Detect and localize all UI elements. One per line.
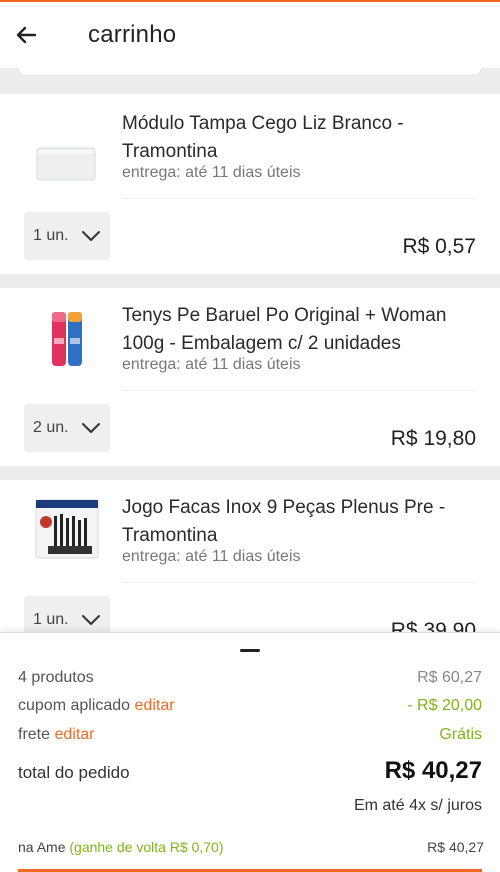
divider: [122, 582, 476, 583]
total-label: total do pedido: [18, 763, 130, 782]
total-value: R$ 40,27: [384, 757, 482, 784]
shipping-edit-link[interactable]: editar: [54, 726, 94, 743]
products-row: 4 produtos R$ 60,27: [18, 669, 482, 687]
back-button[interactable]: [0, 2, 52, 68]
ame-payment-row[interactable]: na Ame (ganhe de volta R$ 0,70) R$ 40,27: [18, 839, 484, 855]
products-label: 4 produtos: [18, 669, 94, 686]
quantity-select[interactable]: 1 un.: [24, 596, 110, 632]
previous-card-edge: [18, 68, 482, 76]
item-price: R$ 0,57: [402, 235, 476, 258]
delivery-estimate: entrega: até 11 dias úteis: [122, 164, 301, 181]
order-summary-sheet: 4 produtos R$ 60,27 cupom aplicado edita…: [0, 632, 500, 872]
quantity-value: 1 un.: [33, 611, 69, 628]
quantity-select[interactable]: 2 un.: [24, 404, 110, 452]
quantity-value: 2 un.: [33, 419, 69, 436]
shipping-row: frete editar Grátis: [18, 726, 482, 744]
chevron-down-icon: [81, 423, 100, 433]
delivery-estimate: entrega: até 11 dias úteis: [122, 548, 301, 565]
coupon-value: - R$ 20,00: [407, 697, 482, 714]
cart-item: Módulo Tampa Cego Liz Branco - Tramontin…: [0, 94, 500, 274]
cart-item: Jogo Facas Inox 9 Peças Plenus Pre - Tra…: [0, 480, 500, 632]
item-price: R$ 19,80: [390, 427, 476, 450]
ame-label: na Ame: [18, 839, 66, 855]
products-value: R$ 60,27: [417, 669, 482, 686]
product-name[interactable]: Jogo Facas Inox 9 Peças Plenus Pre - Tra…: [122, 494, 472, 550]
quantity-value: 1 un.: [33, 227, 69, 244]
total-row: total do pedido R$ 40,27: [18, 757, 482, 785]
coupon-label: cupom aplicado: [18, 697, 131, 714]
product-name[interactable]: Módulo Tampa Cego Liz Branco - Tramontin…: [122, 110, 472, 166]
coupon-edit-link[interactable]: editar: [135, 697, 175, 714]
cart-list[interactable]: Módulo Tampa Cego Liz Branco - Tramontin…: [0, 68, 500, 632]
ame-value: R$ 40,27: [427, 839, 484, 855]
coupon-row: cupom aplicado editar - R$ 20,00: [18, 697, 482, 715]
shipping-label: frete: [18, 726, 51, 743]
product-name[interactable]: Tenys Pe Baruel Po Original + Woman 100g…: [122, 302, 472, 358]
app-header: carrinho: [0, 2, 500, 68]
delivery-estimate: entrega: até 11 dias úteis: [122, 356, 301, 373]
divider: [122, 390, 476, 391]
quantity-select[interactable]: 1 un.: [24, 212, 110, 260]
divider: [122, 198, 476, 199]
product-thumbnail[interactable]: [24, 298, 110, 384]
product-thumbnail[interactable]: [24, 116, 110, 202]
sheet-drag-handle[interactable]: [240, 649, 260, 652]
page-title: carrinho: [88, 21, 177, 48]
installments-text: Em até 4x s/ juros: [353, 797, 482, 814]
ame-cashback: (ganhe de volta R$ 0,70): [69, 839, 224, 855]
item-price: R$ 39,90: [390, 619, 476, 632]
chevron-down-icon: [81, 615, 100, 625]
shipping-value: Grátis: [439, 726, 482, 743]
product-thumbnail[interactable]: [24, 490, 110, 576]
arrow-left-icon: [16, 26, 37, 44]
cart-item: Tenys Pe Baruel Po Original + Woman 100g…: [0, 288, 500, 466]
chevron-down-icon: [81, 231, 100, 241]
